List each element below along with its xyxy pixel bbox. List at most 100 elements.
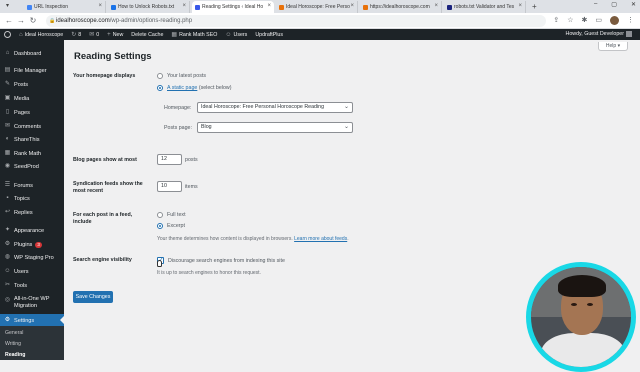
rank-math-menu[interactable]: ▦ Rank Math SEO (171, 31, 217, 39)
submenu-reading[interactable]: Reading (5, 352, 25, 358)
sidebar-item-wp-staging-pro[interactable]: ◍ WP Staging Pro (0, 251, 64, 264)
sidebar-item-label: Users (14, 268, 29, 275)
browser-tab[interactable]: URL Inspection × (24, 1, 106, 13)
site-name-menu[interactable]: ⌂ Ideal Horoscope (19, 32, 63, 38)
browser-tab[interactable]: robots.txt Validator and Tes × (444, 1, 526, 13)
sidebar-item-label: Rank Math (14, 150, 42, 157)
browser-tab[interactable]: Ideal Horoscope: Free Perso × (276, 1, 358, 13)
reload-icon[interactable]: ↻ (27, 16, 39, 25)
tab-close-icon[interactable]: × (267, 3, 271, 9)
comments-count: 0 (96, 31, 100, 38)
extensions-icon[interactable]: ✱ (582, 16, 588, 25)
latest-posts-radio[interactable] (157, 73, 163, 79)
full-text-option[interactable]: Full text (157, 212, 186, 218)
tab-close-icon[interactable]: × (98, 3, 102, 9)
tab-close-icon[interactable]: × (434, 3, 438, 9)
submenu-writing[interactable]: Writing (5, 341, 21, 347)
wordpress-logo-icon (4, 31, 11, 38)
lock-icon: 🔒 (49, 18, 56, 24)
sidebar-item-media[interactable]: ▣ Media (0, 92, 64, 105)
close-window-icon[interactable]: ✕ (631, 1, 636, 8)
homepage-displays-label: Your homepage displays (73, 73, 136, 79)
sidebar-item-forums[interactable]: ☰ Forums (0, 179, 64, 192)
syndication-label: Syndication feeds show the most recent (73, 181, 143, 194)
user-avatar (626, 31, 632, 37)
posts-page-select[interactable]: Blog ⌄ (197, 122, 353, 133)
browser-tab[interactable]: How to Unlock Robots.txt × (108, 1, 190, 13)
static-page-option[interactable]: A static page (select below) (157, 85, 232, 91)
sidebar-item-sharethis[interactable]: ◐ ShareThis (0, 133, 64, 146)
learn-more-link[interactable]: Learn more about feeds (294, 236, 347, 242)
save-changes-button[interactable]: Save Changes (73, 291, 113, 303)
tab-close-icon[interactable]: × (350, 3, 354, 9)
new-content-menu[interactable]: + New (107, 32, 123, 38)
updraft-menu[interactable]: UpdraftPlus (255, 32, 283, 38)
sidebar-item-seedprod[interactable]: ◉ SeedProd (0, 160, 64, 173)
sidebar-item-comments[interactable]: ✉ Comments (0, 120, 64, 133)
sidebar-item-file-manager[interactable]: ▤ File Manager (0, 64, 64, 77)
tab-title: Reading Settings ‹ Ideal Ho (202, 4, 264, 10)
settings-submenu: General Writing Reading (0, 326, 64, 360)
forward-icon[interactable]: → (15, 16, 27, 25)
homepage-select[interactable]: Ideal Horoscope: Free Personal Horoscope… (197, 102, 353, 113)
sidebar-item-posts[interactable]: ✎ Posts (0, 78, 64, 91)
submenu-general[interactable]: General (5, 330, 23, 336)
bookmark-star-icon[interactable]: ☆ (567, 16, 573, 25)
delete-cache-menu[interactable]: Delete Cache (131, 32, 163, 38)
blog-pages-input[interactable]: 12 (157, 154, 182, 165)
back-icon[interactable]: ← (3, 16, 15, 25)
browser-menu-icon[interactable]: ⋮ (627, 16, 634, 25)
new-tab-button[interactable]: + (532, 1, 537, 13)
tab-close-icon[interactable]: × (182, 3, 186, 9)
home-icon: ⌂ (19, 31, 23, 38)
sidebar-item-pages[interactable]: ▯ Pages (0, 106, 64, 119)
static-page-radio[interactable] (157, 85, 163, 91)
sidebar-menu-icon: ▯ (5, 109, 10, 115)
sidebar-item-plugins[interactable]: ⚙ Plugins 3 (0, 238, 64, 251)
updates-menu[interactable]: ↻ 8 (71, 31, 81, 39)
page-title: Reading Settings (74, 51, 152, 62)
profile-avatar[interactable] (610, 16, 619, 25)
sidebar-item-rank-math[interactable]: ▦ Rank Math (0, 147, 64, 160)
static-page-link[interactable]: A static page (167, 85, 197, 91)
webcam-person-body (541, 333, 625, 367)
site-name: Ideal Horoscope (24, 31, 64, 38)
tab-title: URL Inspection (34, 4, 68, 10)
wp-logo-menu[interactable] (4, 31, 11, 38)
full-text-radio[interactable] (157, 212, 163, 218)
wp-admin-bar: ⌂ Ideal Horoscope ↻ 8 ✉ 0 + New Delete Cache… (0, 29, 640, 40)
discourage-option[interactable]: Discourage search engines from indexing … (157, 256, 285, 264)
syndication-unit: items (185, 184, 198, 190)
help-tab-button[interactable]: Help ▾ (598, 42, 628, 51)
maximize-icon[interactable]: ▢ (611, 1, 617, 8)
sidebar-item-label: Comments (14, 123, 42, 130)
sidebar-item-replies[interactable]: ↩ Replies (0, 206, 64, 219)
account-menu[interactable]: Howdy, Guest Developer (566, 31, 632, 37)
comments-menu[interactable]: ✉ 0 (89, 31, 100, 39)
users-icon: ☺ (225, 31, 232, 38)
minimize-icon[interactable]: – (594, 1, 597, 8)
latest-posts-option[interactable]: Your latest posts (157, 73, 206, 79)
search-visibility-label: Search engine visibility (73, 257, 132, 263)
sidebar-item-appearance[interactable]: ✦ Appearance (0, 224, 64, 237)
sidepanel-icon[interactable]: ▭ (595, 16, 602, 25)
excerpt-option[interactable]: Excerpt (157, 223, 185, 229)
browser-tab-bar: ▾ URL Inspection × How to Unlock Robots.tx… (0, 0, 640, 13)
delete-cache-label: Delete Cache (131, 31, 164, 38)
syndication-input[interactable]: 10 (157, 181, 182, 192)
sidebar-item-label: Appearance (14, 227, 45, 234)
url-input[interactable]: 🔒 idealhoroscope.com/wp-admin/options-re… (46, 15, 546, 27)
excerpt-radio[interactable] (157, 223, 163, 229)
browser-tab[interactable]: Reading Settings ‹ Ideal Ho × (192, 1, 274, 13)
tab-search-icon[interactable]: ▾ (6, 2, 9, 9)
browser-tab[interactable]: https://idealhoroscope.com × (360, 1, 442, 13)
sidebar-item-dashboard[interactable]: ⌂ Dashboard (0, 47, 64, 60)
sidebar-item-tools[interactable]: ✂ Tools (0, 279, 64, 292)
tab-close-icon[interactable]: × (518, 3, 522, 9)
users-menu[interactable]: ☺ Users (225, 32, 247, 38)
sidebar-item-all-in-one-wp-migration[interactable]: ◎ All-in-One WP Migration (0, 294, 64, 312)
sidebar-item-topics[interactable]: ▪ Topics (0, 192, 64, 205)
sidebar-item-users[interactable]: ☺ Users (0, 265, 64, 278)
share-icon[interactable]: ⇪ (553, 16, 559, 25)
webcam-eye-left (571, 303, 577, 306)
